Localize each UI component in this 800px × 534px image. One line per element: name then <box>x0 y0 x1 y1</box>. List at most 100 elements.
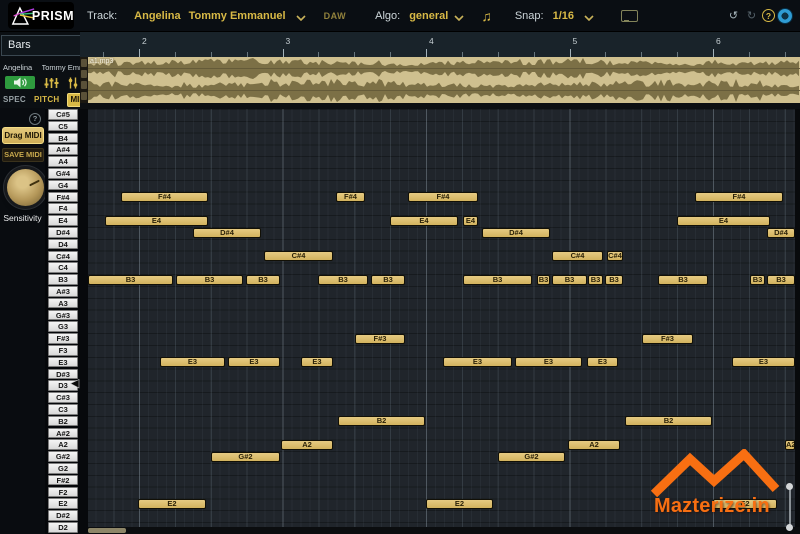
midi-note-e4[interactable]: E4 <box>390 216 458 226</box>
midi-note-b3[interactable]: B3 <box>588 275 603 285</box>
midi-note-e2[interactable]: E2 <box>138 499 206 509</box>
piano-key-d4[interactable]: D4 <box>48 239 78 250</box>
piano-key-a3[interactable]: A3 <box>48 298 78 309</box>
piano-key-b3[interactable]: B3 <box>48 274 78 285</box>
midi-note-e3[interactable]: E3 <box>443 357 512 367</box>
display-window-icon[interactable] <box>621 10 638 22</box>
midi-note-a2[interactable]: A2 <box>785 440 795 450</box>
midi-note-b3[interactable]: B3 <box>176 275 243 285</box>
piano-roll-grid[interactable]: F#4F#4F#4F#4E4E4E4E4D#4D#4D#4C#4C#4C#4B3… <box>88 109 795 527</box>
piano-key-a4[interactable]: A4 <box>48 156 78 167</box>
midi-note-b3[interactable]: B3 <box>463 275 532 285</box>
midi-note-b3[interactable]: B3 <box>537 275 550 285</box>
midi-note-b3[interactable]: B3 <box>88 275 173 285</box>
midi-note-gs2[interactable]: G#2 <box>498 452 565 462</box>
redo-icon[interactable]: ↻ <box>744 8 759 23</box>
waveform-left-strip[interactable] <box>80 57 88 103</box>
piano-key-g4[interactable]: G4 <box>48 180 78 191</box>
vertical-slider-knob-bottom[interactable] <box>786 524 793 531</box>
midi-note-b3[interactable]: B3 <box>371 275 405 285</box>
piano-key-as4[interactable]: A#4 <box>48 144 78 155</box>
vertical-slider-knob-top[interactable] <box>786 483 793 490</box>
algo-value[interactable]: general <box>409 10 448 22</box>
midi-note-e2[interactable]: E2 <box>713 499 777 509</box>
piano-key-b4[interactable]: B4 <box>48 133 78 144</box>
piano-key-b2[interactable]: B2 <box>48 416 78 427</box>
midi-note-b3[interactable]: B3 <box>750 275 765 285</box>
midi-note-e4[interactable]: E4 <box>463 216 478 226</box>
track-dropdown-chevron-icon[interactable] <box>296 8 306 26</box>
piano-key-fs4[interactable]: F#4 <box>48 192 78 203</box>
piano-key-c5[interactable]: C5 <box>48 121 78 132</box>
midi-note-fs4[interactable]: F#4 <box>336 192 365 202</box>
piano-key-cs3[interactable]: C#3 <box>48 392 78 403</box>
midi-note-fs4[interactable]: F#4 <box>121 192 208 202</box>
piano-key-cs5[interactable]: C#5 <box>48 109 78 120</box>
midi-note-cs4[interactable]: C#4 <box>552 251 603 261</box>
settings-blue-icon[interactable] <box>778 9 792 23</box>
horizontal-scrollbar[interactable] <box>88 527 800 534</box>
algo-dropdown-chevron-icon[interactable] <box>454 8 464 26</box>
piano-key-d2[interactable]: D2 <box>48 522 78 533</box>
piano-key-f4[interactable]: F4 <box>48 203 78 214</box>
piano-key-a2[interactable]: A2 <box>48 439 78 450</box>
horizontal-scrollbar-handle[interactable] <box>88 528 126 533</box>
midi-note-gs2[interactable]: G#2 <box>211 452 280 462</box>
midi-note-a2[interactable]: A2 <box>281 440 333 450</box>
save-midi-button[interactable]: SAVE MIDI <box>2 148 44 162</box>
piano-key-fs2[interactable]: F#2 <box>48 475 78 486</box>
snap-dropdown-chevron-icon[interactable] <box>584 8 594 26</box>
piano-key-g2[interactable]: G2 <box>48 463 78 474</box>
piano-key-gs4[interactable]: G#4 <box>48 168 78 179</box>
midi-note-b2[interactable]: B2 <box>338 416 425 426</box>
piano-key-ds4[interactable]: D#4 <box>48 227 78 238</box>
midi-note-e3[interactable]: E3 <box>515 357 582 367</box>
piano-key-gs2[interactable]: G#2 <box>48 451 78 462</box>
sensitivity-knob[interactable] <box>7 169 44 206</box>
daw-button[interactable]: DAW <box>324 11 347 21</box>
midi-note-cs4[interactable]: C#4 <box>264 251 333 261</box>
midi-note-e4[interactable]: E4 <box>677 216 770 226</box>
piano-key-f3[interactable]: F3 <box>48 345 78 356</box>
piano-key-ds2[interactable]: D#2 <box>48 510 78 521</box>
midi-note-e4[interactable]: E4 <box>105 216 208 226</box>
undo-icon[interactable]: ↺ <box>726 8 741 23</box>
view-button-pitch[interactable]: PITCH <box>34 95 60 104</box>
midi-note-ds4[interactable]: D#4 <box>767 228 795 238</box>
audio-monitor-button[interactable] <box>5 76 35 89</box>
midi-note-a2[interactable]: A2 <box>568 440 620 450</box>
midi-note-e3[interactable]: E3 <box>228 357 280 367</box>
piano-key-f2[interactable]: F2 <box>48 487 78 498</box>
midi-note-ds4[interactable]: D#4 <box>193 228 261 238</box>
midi-note-fs4[interactable]: F#4 <box>695 192 783 202</box>
midi-note-ds4[interactable]: D#4 <box>482 228 550 238</box>
bars-mode-selector[interactable]: Bars <box>1 35 83 56</box>
audio-waveform[interactable]: a1.mp3 <box>88 57 800 103</box>
midi-note-cs4[interactable]: C#4 <box>607 251 623 261</box>
midi-note-e3[interactable]: E3 <box>160 357 225 367</box>
vertical-zoom-slider[interactable] <box>789 487 791 527</box>
tab-angelina[interactable]: Angelina <box>0 58 42 74</box>
midi-note-fs3[interactable]: F#3 <box>355 334 405 344</box>
piano-key-as2[interactable]: A#2 <box>48 428 78 439</box>
snap-value[interactable]: 1/16 <box>553 10 574 22</box>
midi-note-e3[interactable]: E3 <box>732 357 795 367</box>
piano-key-e2[interactable]: E2 <box>48 498 78 509</box>
midi-note-b3[interactable]: B3 <box>246 275 280 285</box>
midi-note-b3[interactable]: B3 <box>767 275 795 285</box>
faders-icon[interactable] <box>67 77 79 89</box>
track-artist[interactable]: Angelina <box>134 10 180 22</box>
panel-help-icon[interactable]: ? <box>29 113 41 125</box>
midi-note-b2[interactable]: B2 <box>625 416 712 426</box>
midi-note-fs3[interactable]: F#3 <box>642 334 693 344</box>
piano-key-c3[interactable]: C3 <box>48 404 78 415</box>
piano-key-g3[interactable]: G3 <box>48 321 78 332</box>
midi-note-b3[interactable]: B3 <box>552 275 587 285</box>
tab-tommy-emmanuel[interactable]: Tommy Emma.. <box>42 58 81 74</box>
piano-key-cs4[interactable]: C#4 <box>48 251 78 262</box>
piano-key-ds3[interactable]: D#3 <box>48 369 78 380</box>
piano-key-e4[interactable]: E4 <box>48 215 78 226</box>
piano-key-fs3[interactable]: F#3 <box>48 333 78 344</box>
midi-note-e2[interactable]: E2 <box>426 499 493 509</box>
piano-key-e3[interactable]: E3 <box>48 357 78 368</box>
